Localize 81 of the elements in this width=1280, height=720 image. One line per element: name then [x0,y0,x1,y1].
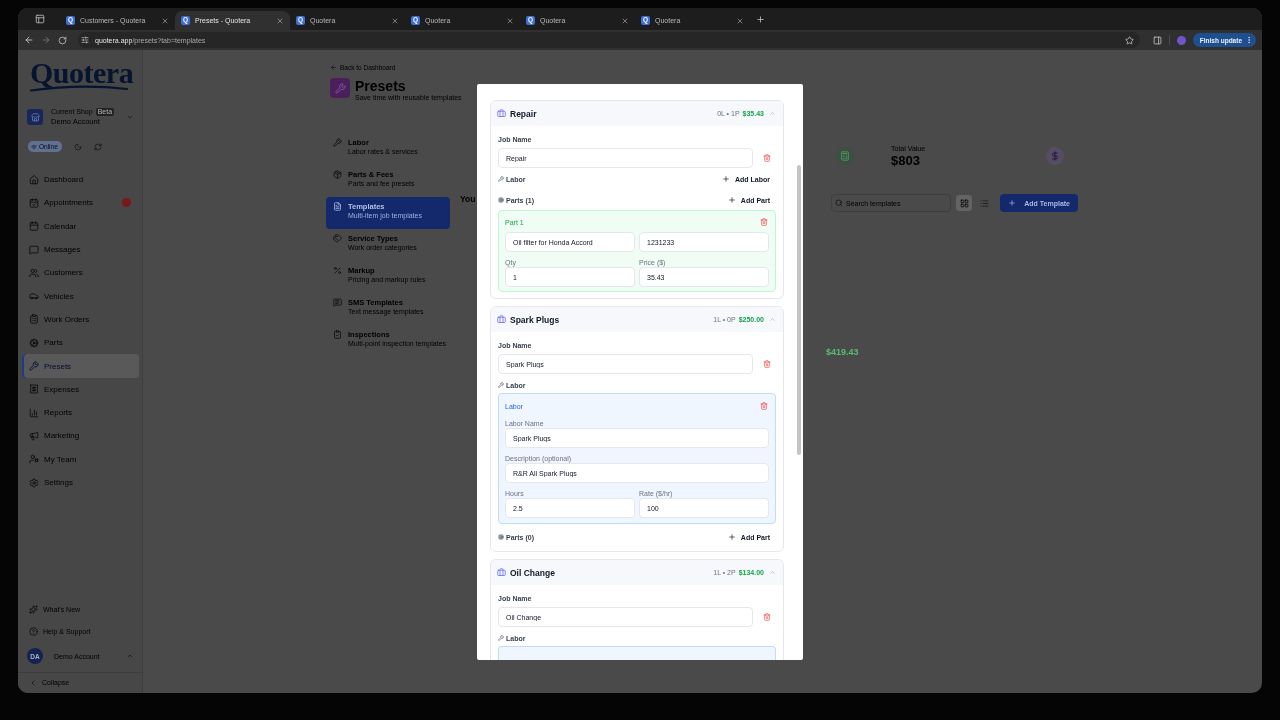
wrench-icon [498,635,504,641]
wrench-icon [330,78,350,98]
help-icon [29,626,38,636]
chevron-up-icon[interactable] [769,110,776,117]
reload-icon[interactable] [58,35,67,45]
more-icon [1245,36,1253,44]
trash-icon[interactable] [760,218,768,226]
close-icon[interactable] [736,16,744,25]
close-icon[interactable] [391,16,399,25]
percent-icon [333,266,342,275]
message-icon [333,298,342,307]
trash-icon[interactable] [763,154,771,162]
refresh-icon[interactable] [93,142,102,151]
search-icon [835,199,843,207]
grid-view-icon[interactable] [956,195,973,211]
trash-icon[interactable] [763,360,771,368]
calendar-icon [29,221,39,232]
bar-chart-icon [29,407,39,418]
gear-icon [29,337,39,348]
profile-avatar-icon[interactable] [1176,35,1186,45]
briefcase-icon [497,568,506,577]
plus-icon [1008,199,1017,207]
package-icon [333,170,342,179]
job-title: Repair [510,108,538,119]
chevron-up-icon[interactable] [769,569,776,576]
store-icon [27,109,43,125]
tag-icon [333,234,342,243]
wrench-icon [29,361,39,371]
trash-icon[interactable] [760,402,768,410]
chevron-up-icon [126,652,134,660]
car-icon [29,291,39,302]
arrow-left-icon [330,64,337,71]
close-icon[interactable] [161,16,169,25]
bookmark-star-icon[interactable] [1124,35,1134,45]
chevron-up-icon[interactable] [769,316,776,323]
template-price: $419.43 [826,347,859,357]
calculator-icon [836,147,854,165]
chevron-left-icon [29,678,37,687]
gear-icon [498,534,504,540]
clipboard-check-icon [333,330,342,339]
section-heading: You [460,193,476,205]
home-icon [29,174,39,185]
tab-strip-icon[interactable] [35,14,45,24]
calendar-check-icon [29,197,39,208]
page-title: Presets [355,78,407,94]
job-title: Spark Plugs [510,314,561,325]
receipt-icon [29,384,39,395]
trash-icon[interactable] [763,613,771,621]
wrench-icon [498,382,504,388]
close-icon[interactable] [276,16,284,25]
settings-icon [29,477,39,488]
user-gear-icon [29,454,39,465]
megaphone-icon [29,430,39,441]
gear-icon [498,197,504,203]
wrench-icon [498,176,504,182]
chevron-down-icon [126,113,134,121]
close-icon[interactable] [621,16,629,25]
sparkle-icon [29,604,38,614]
briefcase-icon [497,315,506,324]
briefcase-icon [497,109,506,118]
wrench-icon [333,138,342,147]
stat-value: $803 [891,152,921,168]
site-settings-icon[interactable] [81,36,89,44]
moon-icon[interactable] [73,142,82,151]
users-icon [29,267,39,278]
scrollbar-thumb[interactable] [797,165,801,455]
back-icon[interactable] [24,35,34,45]
forward-icon[interactable] [41,35,51,45]
plus-icon [727,196,736,204]
logo-text: Quotera [30,59,134,87]
job-title: Oil Change [510,567,556,578]
new-tab-icon[interactable] [756,14,765,24]
chat-icon [29,244,39,255]
wifi-icon [31,143,37,150]
dollar-icon [1046,147,1064,165]
plus-icon [727,533,736,541]
document-icon [333,202,342,211]
close-icon[interactable] [506,16,514,25]
side-panel-icon[interactable] [1152,35,1162,45]
clipboard-icon [29,314,39,325]
plus-icon [722,175,730,183]
